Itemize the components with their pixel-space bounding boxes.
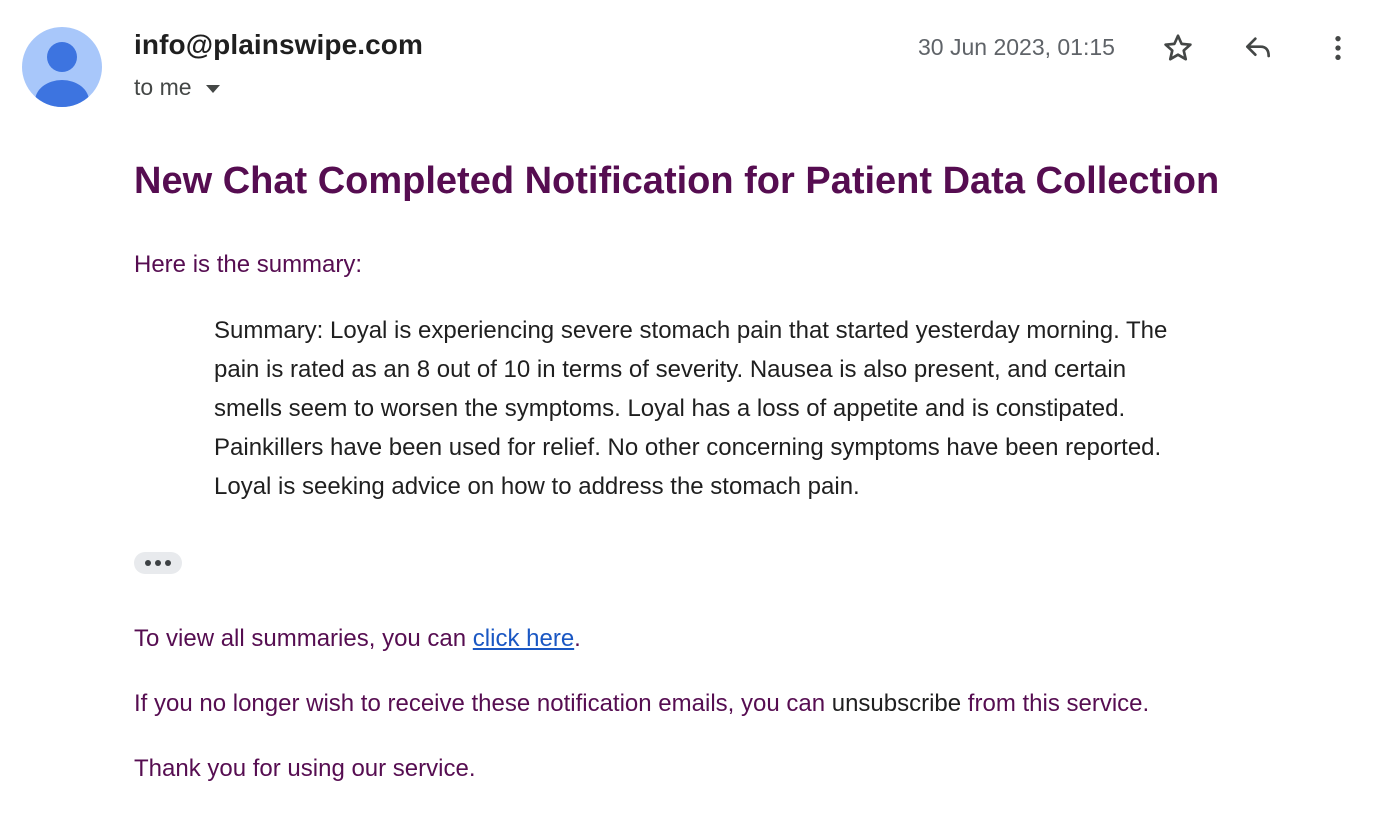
click-here-link[interactable]: click here xyxy=(473,625,574,652)
recipient-label: to me xyxy=(134,74,192,100)
view-summaries-suffix: . xyxy=(574,625,581,652)
more-options-button[interactable] xyxy=(1316,26,1360,70)
reply-icon xyxy=(1246,37,1270,58)
unsubscribe-paragraph: If you no longer wish to receive these n… xyxy=(134,690,1149,718)
ellipsis-icon xyxy=(145,560,151,566)
summary-line: smells seem to worsen the symptoms. Loya… xyxy=(214,395,1126,422)
unsubscribe-suffix: from this service. xyxy=(961,690,1150,717)
summary-line: Loyal is seeking advice on how to addres… xyxy=(214,473,860,500)
unsubscribe-text: If you no longer wish to receive these n… xyxy=(134,690,832,717)
summary-line: Summary: Loyal is experiencing severe st… xyxy=(214,317,1168,344)
view-summaries-text: To view all summaries, you can xyxy=(134,625,473,652)
star-outline-icon xyxy=(1164,34,1192,61)
summary-intro: Here is the summary: xyxy=(134,251,363,278)
more-vert-icon xyxy=(1335,36,1341,60)
ellipsis-icon xyxy=(155,560,161,566)
reply-button[interactable] xyxy=(1236,26,1280,70)
star-button[interactable] xyxy=(1156,26,1200,70)
summary-line: pain is rated as an 8 out of 10 in terms… xyxy=(214,356,1127,383)
summary-line: Painkillers have been used for relief. N… xyxy=(214,434,1162,461)
caret-down-icon[interactable] xyxy=(205,84,220,93)
thanks-paragraph: Thank you for using our service. xyxy=(134,755,476,782)
message-timestamp: 30 Jun 2023, 01:15 xyxy=(918,34,1115,60)
ellipsis-icon xyxy=(165,560,171,566)
summary-block: Summary: Loyal is experiencing severe st… xyxy=(214,311,1264,506)
recipient-details-toggle[interactable]: to me xyxy=(134,74,220,101)
sender-email[interactable]: info@plainswipe.com xyxy=(134,29,423,61)
email-subject: New Chat Completed Notification for Pati… xyxy=(134,160,1220,202)
sender-avatar xyxy=(22,27,102,107)
person-icon xyxy=(35,42,89,107)
unsubscribe-link[interactable]: unsubscribe xyxy=(832,690,961,717)
view-summaries-paragraph: To view all summaries, you can click her… xyxy=(134,625,581,653)
show-trimmed-content-button[interactable] xyxy=(134,552,182,574)
